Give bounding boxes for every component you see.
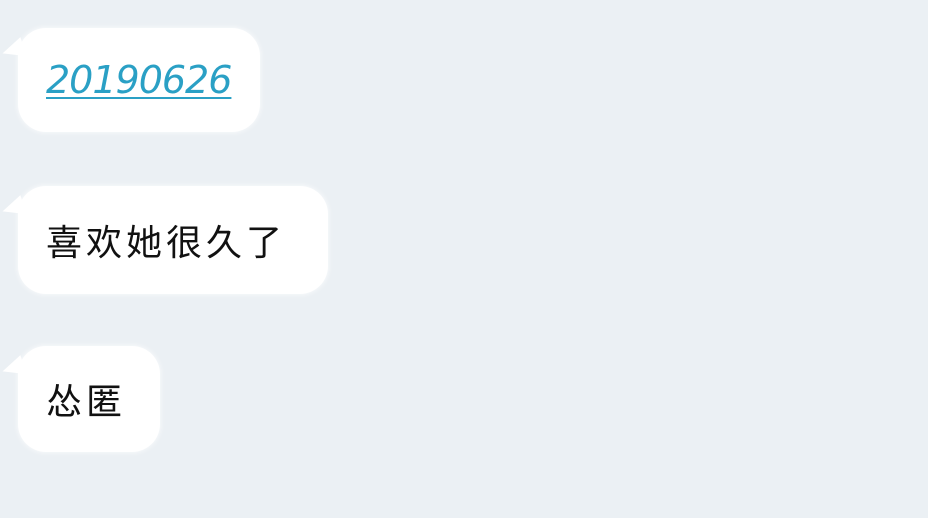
message-text: 怂匿 (46, 382, 127, 423)
chat-area: 20190626 喜欢她很久了 怂匿 (0, 0, 928, 518)
bubble-tail (0, 37, 27, 63)
bubble-tail (0, 195, 27, 221)
message-bubble[interactable]: 怂匿 (0, 346, 160, 452)
message-link[interactable]: 20190626 (46, 28, 232, 132)
bubble-tail (0, 355, 27, 381)
message-bubble[interactable]: 20190626 (0, 28, 260, 132)
message-bubble[interactable]: 喜欢她很久了 (0, 186, 328, 294)
message-text: 喜欢她很久了 (46, 223, 287, 264)
